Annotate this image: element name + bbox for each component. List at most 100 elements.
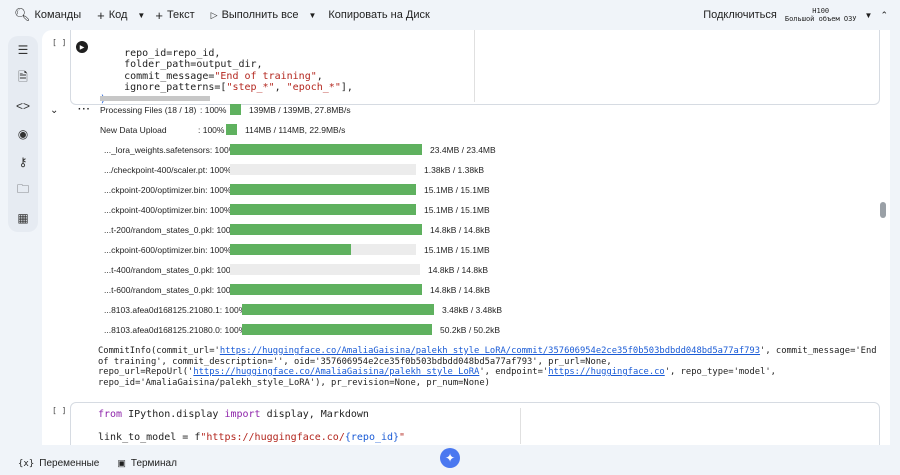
output-line: of training', commit_description='', oid… — [98, 356, 612, 367]
code-token: link_to_model = f — [98, 432, 201, 443]
keyword-token: import — [224, 409, 261, 420]
progress-bar-fill — [230, 284, 422, 295]
eye-icon[interactable]: ◉ — [15, 126, 31, 142]
output-token: ', commit_message='End — [760, 346, 877, 356]
progress-bar — [230, 104, 241, 115]
play-icon: ▶ — [79, 44, 85, 51]
progress-label: ...8103.afea0d168125.21080.1: 100% — [104, 305, 247, 315]
progress-label: .../checkpoint-400/scaler.pt: 100% — [104, 165, 232, 175]
commands-button[interactable]: 🔍︎ Команды — [0, 0, 89, 30]
cell-exec-count: [ ] — [52, 38, 67, 47]
notebook-area: [ ] ▶ repo_id=repo_id, folder_path=outpu… — [42, 30, 890, 445]
run-all-button[interactable]: ▷ Выполнить все — [203, 0, 307, 30]
progress-bar-fill — [230, 224, 422, 235]
progress-bar — [230, 204, 416, 215]
plus-icon: + — [155, 7, 163, 23]
text-label: Текст — [166, 9, 195, 21]
key-icon[interactable]: ⚷ — [15, 154, 31, 170]
code-editor[interactable]: from IPython.display import display, Mar… — [98, 409, 405, 444]
progress-bar — [230, 244, 416, 255]
code-snippets-icon[interactable]: <> — [15, 98, 31, 114]
gemini-icon[interactable]: ✦ — [440, 448, 460, 468]
code-token: , — [316, 70, 323, 82]
toolbar: 🔍︎ Команды + Код ▼ + Текст ▷ Выполнить в… — [0, 0, 900, 30]
code-dropdown-button[interactable]: ▼ — [135, 0, 147, 30]
variables-label: Переменные — [39, 458, 100, 469]
progress-bar — [230, 284, 422, 295]
progress-bar-fill — [230, 204, 416, 215]
code-line: ignore_patterns=[ — [100, 82, 227, 93]
progress-size: 50.2kB / 50.2kB — [440, 325, 501, 335]
progress-bar — [226, 124, 237, 135]
code-line: folder_path=output_dir, — [100, 59, 263, 70]
progress-bar-fill — [226, 124, 237, 135]
output-line: repo_id='AmaliaGaisina/palekh_style_LoRA… — [98, 377, 490, 388]
progress-size: 23.4MB / 23.4MB — [430, 145, 496, 155]
toc-icon[interactable]: ☰ — [15, 42, 31, 58]
progress-bar-fill — [230, 104, 241, 115]
add-code-button[interactable]: + Код — [89, 0, 135, 30]
variables-button[interactable]: {x} Переменные — [0, 458, 99, 469]
folder-icon[interactable]: 🗀︎ — [15, 182, 31, 198]
connect-button[interactable]: Подключиться — [703, 9, 777, 21]
progress-bar-fill — [230, 144, 422, 155]
horizontal-scrollbar[interactable] — [100, 96, 210, 101]
code-token: , — [274, 82, 287, 93]
output-token: CommitInfo(commit_url=' — [98, 346, 220, 356]
progress-bar-fill — [242, 324, 432, 335]
progress-label: ...ckpoint-400/optimizer.bin: 100% — [104, 205, 232, 215]
progress-percent: : 100% — [198, 125, 225, 135]
output-token: ', repo_type='model', — [664, 367, 776, 377]
progress-label: ..._lora_weights.safetensors: 100% — [104, 145, 237, 155]
progress-label: ...t-600/random_states_0.pkl: 100% — [104, 285, 239, 295]
code-token: {repo_id} — [344, 432, 400, 443]
progress-size: 114MB / 114MB, 22.9MB/s — [245, 125, 346, 135]
run-cell-button[interactable]: ▶ — [76, 41, 88, 53]
add-text-button[interactable]: + Текст — [147, 0, 202, 30]
string-token: "epoch_*" — [286, 82, 341, 93]
progress-bar — [230, 144, 422, 155]
chevron-down-icon[interactable]: ▼ — [865, 11, 873, 20]
find-icon[interactable]: 🗎︎ — [15, 70, 31, 86]
copy-to-drive-button[interactable]: Копировать на Диск — [318, 0, 437, 30]
cell-exec-count: [ ] — [52, 406, 67, 415]
output-token: repo_url=RepoUrl(' — [98, 367, 194, 377]
run-all-dropdown-button[interactable]: ▼ — [306, 0, 318, 30]
gpu-label: H100 — [812, 7, 830, 15]
progress-bar — [242, 304, 434, 315]
code-editor[interactable]: repo_id=repo_id, folder_path=output_dir,… — [100, 36, 353, 105]
string-token: "End of training" — [214, 70, 317, 82]
terminal-button[interactable]: ▣ Терминал — [99, 458, 177, 469]
string-token: "step_*" — [226, 82, 275, 93]
output-text: CommitInfo(commit_url='https://huggingfa… — [98, 346, 878, 388]
progress-bar — [230, 184, 416, 195]
chevron-up-icon[interactable]: ⌃ — [880, 10, 888, 21]
commands-label: Команды — [34, 9, 82, 21]
vertical-scrollbar[interactable] — [880, 202, 886, 218]
progress-label: ...t-400/random_states_0.pkl: 100% — [104, 265, 239, 275]
progress-size: 15.1MB / 15.1MB — [424, 205, 490, 215]
ram-indicator[interactable]: H100 Большой объем ОЗУ — [785, 7, 857, 23]
variables-icon: {x} — [18, 458, 35, 469]
chevron-down-icon: ▼ — [308, 10, 317, 20]
collapse-output-icon[interactable]: ⌄ — [50, 105, 58, 116]
progress-bar — [230, 224, 422, 235]
chevron-down-icon: ▼ — [137, 10, 146, 20]
repo-link[interactable]: https://huggingface.co/AmaliaGaisina/pal… — [193, 367, 479, 377]
progress-label: ...8103.afea0d168125.21080.0: 100% — [104, 325, 247, 335]
progress-size: 15.1MB / 15.1MB — [424, 245, 490, 255]
progress-label: ...ckpoint-200/optimizer.bin: 100% — [104, 185, 232, 195]
commit-link[interactable]: https://huggingface.co/AmaliaGaisina/pal… — [220, 346, 760, 356]
progress-label: Processing Files (18 / 18) — [100, 105, 197, 115]
progress-bar-fill — [242, 304, 434, 315]
output-menu-icon[interactable]: ··· — [78, 104, 91, 115]
code-token: IPython.display — [122, 409, 225, 420]
progress-bar — [230, 264, 420, 275]
progress-bar-fill — [230, 244, 351, 255]
search-icon: 🔍︎ — [14, 7, 31, 22]
endpoint-link[interactable]: https://huggingface.co — [548, 367, 665, 377]
play-icon: ▷ — [210, 9, 218, 20]
table-icon[interactable]: ▦ — [15, 210, 31, 226]
progress-size: 14.8kB / 14.8kB — [428, 265, 489, 275]
code-token: ], — [340, 82, 353, 93]
